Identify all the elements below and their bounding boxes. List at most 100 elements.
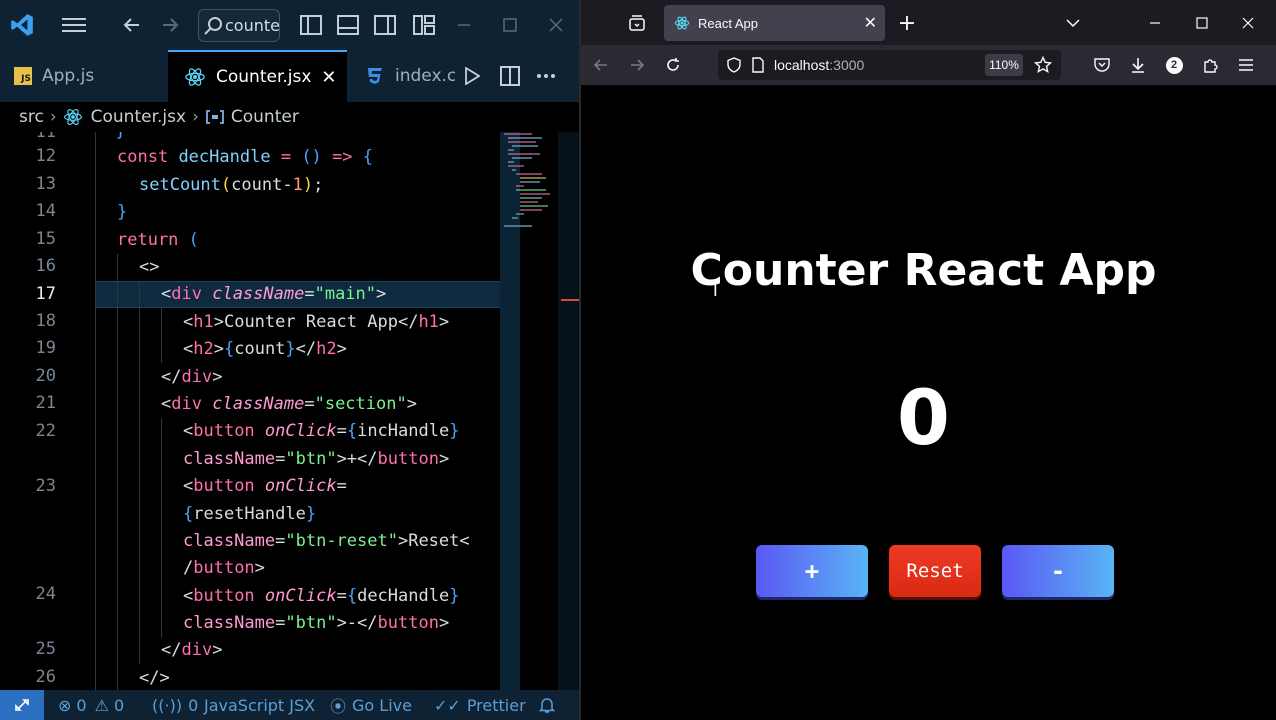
notification-badge[interactable]: 2 — [1162, 53, 1186, 77]
pocket-icon[interactable] — [1090, 53, 1114, 77]
search-text: counte — [225, 16, 280, 35]
shield-icon — [726, 57, 742, 73]
line-number: 21 — [35, 393, 56, 413]
text-cursor-icon: I — [713, 281, 718, 300]
download-icon[interactable] — [1126, 53, 1150, 77]
tab-index-css[interactable]: index.c — [347, 50, 455, 102]
browser-tab-react-app[interactable]: React App ✕ — [664, 5, 885, 41]
code-line: <> — [139, 257, 160, 277]
line-number: 12 — [35, 146, 56, 166]
prettier-status[interactable]: ✓✓ Prettier — [434, 690, 526, 720]
toggle-panel-icon[interactable] — [334, 11, 362, 39]
page-icon — [752, 57, 764, 73]
forward-arrow-icon[interactable] — [156, 11, 184, 39]
line-number: 15 — [35, 229, 56, 249]
new-tab-icon[interactable]: + — [895, 11, 919, 36]
minimize-icon[interactable] — [1143, 11, 1167, 35]
toggle-sidebar-icon[interactable] — [297, 11, 325, 39]
reset-button[interactable]: Reset — [889, 545, 981, 597]
more-actions-icon[interactable] — [532, 62, 560, 90]
tab-overview-icon[interactable] — [625, 11, 649, 35]
line-number: 23 — [35, 476, 56, 496]
increment-button[interactable]: + — [756, 545, 868, 597]
back-arrow-icon[interactable] — [118, 11, 146, 39]
line-number: 24 — [35, 584, 56, 604]
back-arrow-icon[interactable] — [589, 53, 613, 77]
problems-indicator[interactable]: ⊗ 0 ⚠ 0 — [58, 690, 124, 720]
line-number: 22 — [35, 421, 56, 441]
line-number: 26 — [35, 667, 56, 687]
forward-arrow-icon[interactable] — [625, 53, 649, 77]
go-live-label: Go Live — [352, 695, 412, 715]
indent-guide — [139, 282, 140, 664]
command-search-input[interactable]: counte — [198, 9, 280, 42]
go-live-button[interactable]: ⦿ Go Live — [330, 690, 412, 720]
code-editor[interactable]: 11 12 13 14 15 16 17 18 19 20 21 22 23 2… — [0, 132, 579, 690]
indent-guide — [161, 418, 162, 638]
ports-count: 0 — [188, 695, 199, 715]
chevron-right-icon: › — [49, 107, 57, 127]
react-icon — [184, 66, 206, 88]
symbol-icon — [205, 109, 225, 125]
tab-label: index.c — [395, 66, 455, 86]
breadcrumb-file[interactable]: Counter.jsx — [91, 107, 186, 127]
vscode-window: counte JS App.js Counter.jsx ✕ index.c s… — [0, 0, 579, 720]
overview-ruler — [558, 132, 579, 690]
maximize-icon[interactable] — [1190, 11, 1214, 35]
list-tabs-icon[interactable] — [1061, 11, 1085, 35]
hamburger-menu-icon[interactable] — [1234, 53, 1258, 77]
tab-title: React App — [698, 15, 758, 31]
breadcrumb-folder[interactable]: src — [19, 107, 44, 127]
line-number: 14 — [35, 201, 56, 221]
editor-tabs: JS App.js Counter.jsx ✕ index.c — [0, 50, 579, 102]
vscode-logo-icon — [8, 11, 36, 39]
close-tab-icon[interactable]: ✕ — [864, 13, 877, 33]
browser-toolbar: localhost:3000 110% 2 — [581, 45, 1276, 85]
close-tab-icon[interactable]: ✕ — [321, 67, 336, 88]
split-editor-icon[interactable] — [496, 62, 524, 90]
indent-guide — [117, 254, 118, 690]
close-icon[interactable] — [542, 11, 570, 39]
status-bar: ⊗ 0 ⚠ 0 ((·)) 0 JavaScript JSX ⦿ Go Live… — [0, 690, 579, 720]
toggle-secondary-sidebar-icon[interactable] — [371, 11, 399, 39]
customize-layout-icon[interactable] — [410, 11, 438, 39]
code-line: return ( — [117, 230, 199, 250]
ports-indicator[interactable]: ((·)) 0 — [152, 690, 198, 720]
page-viewport: Counter React App I 0 + Reset - — [581, 85, 1276, 720]
line-number: 25 — [35, 639, 56, 659]
browser-tab-bar: React App ✕ + — [581, 0, 1276, 45]
vscode-titlebar: counte — [0, 0, 579, 50]
minimize-icon[interactable] — [450, 11, 478, 39]
remote-indicator-icon[interactable] — [0, 690, 44, 720]
close-window-icon[interactable] — [1236, 11, 1260, 35]
tab-app-js[interactable]: JS App.js — [0, 50, 168, 102]
bookmark-star-icon[interactable] — [1031, 53, 1055, 77]
url-port: :3000 — [829, 57, 865, 73]
check-double-icon: ✓✓ — [434, 695, 461, 715]
maximize-icon[interactable] — [496, 11, 524, 39]
reload-icon[interactable] — [661, 53, 685, 77]
breadcrumb-symbol[interactable]: Counter — [231, 107, 299, 127]
decrement-button[interactable]: - — [1002, 545, 1114, 597]
tab-counter-jsx[interactable]: Counter.jsx ✕ — [168, 50, 347, 102]
minimap[interactable] — [502, 132, 558, 232]
tab-label: Counter.jsx — [216, 67, 312, 87]
bell-icon[interactable] — [538, 690, 556, 720]
counter-value: 0 — [897, 373, 950, 462]
code-line: } — [117, 202, 128, 222]
warning-icon: ⚠ — [94, 695, 109, 715]
line-number: 20 — [35, 366, 56, 386]
run-icon[interactable] — [458, 62, 486, 90]
broadcast-icon: ⦿ — [330, 697, 347, 716]
js-file-icon: JS — [14, 67, 32, 85]
language-mode[interactable]: JavaScript JSX — [204, 690, 315, 720]
menu-icon[interactable] — [60, 11, 88, 39]
react-icon — [63, 107, 83, 127]
breadcrumb: src › Counter.jsx › Counter — [0, 102, 579, 132]
extensions-icon[interactable] — [1199, 53, 1223, 77]
search-icon — [203, 15, 223, 41]
line-number: 18 — [35, 311, 56, 331]
line-number: 16 — [35, 256, 56, 276]
zoom-level-badge[interactable]: 110% — [985, 54, 1023, 76]
chevron-right-icon: › — [192, 107, 199, 127]
